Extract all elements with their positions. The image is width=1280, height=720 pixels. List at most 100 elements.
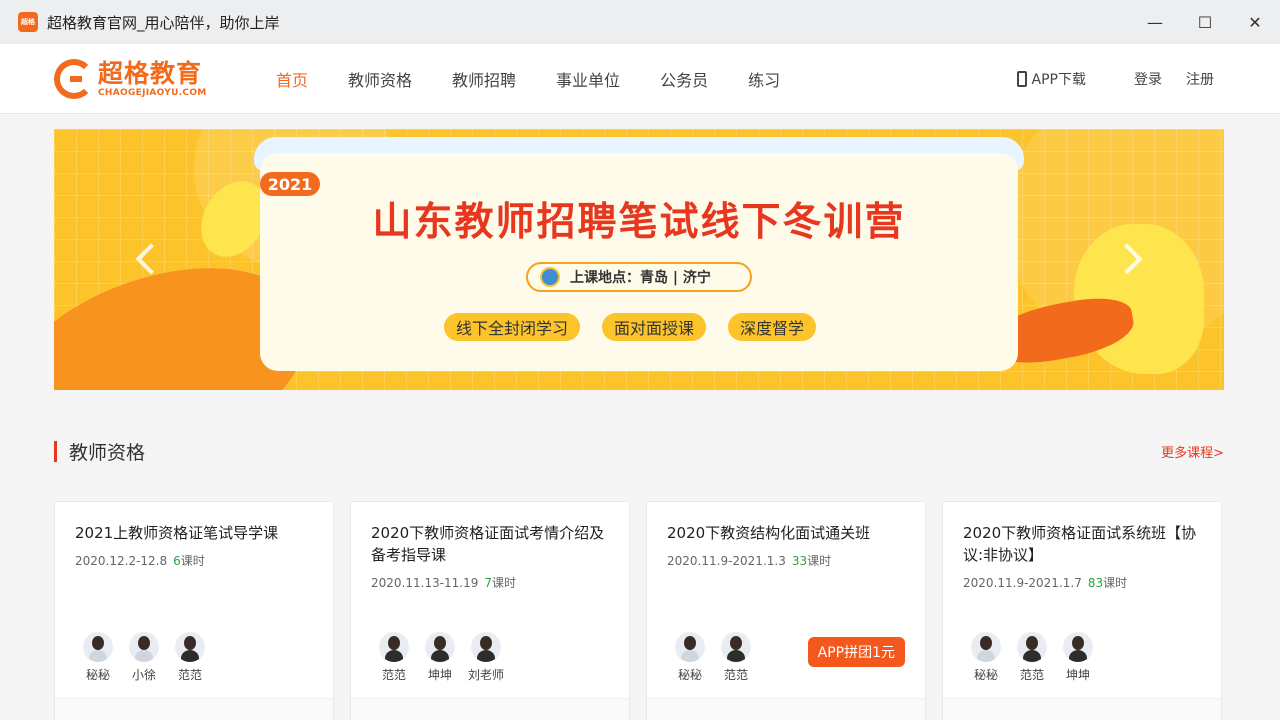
banner-tag: 深度督学 [728, 313, 817, 341]
nav-teacher-recruitment[interactable]: 教师招聘 [452, 67, 516, 91]
teacher-name: 范范 [177, 668, 202, 682]
teacher: 秘秘 [75, 632, 121, 683]
course-card[interactable]: 2020下教师资格证面试考情介绍及备考指导课 2020.11.13-11.19 7… [350, 501, 630, 720]
teacher-list: 范范 坤坤 刘老师 [371, 632, 509, 683]
avatar [971, 632, 1001, 662]
promo-banner[interactable]: 2021 山东教师招聘笔试线下冬训营 上课地点：青岛 | 济宁 线下全封闭学习 … [54, 129, 1224, 390]
main-nav: 首页 教师资格 教师招聘 事业单位 公务员 练习 [256, 44, 800, 114]
more-courses-link[interactable]: 更多课程> [1161, 442, 1224, 461]
course-date: 2020.11.13-11.19 [371, 576, 479, 590]
teacher: 秘秘 [667, 632, 713, 683]
card-footer [647, 698, 925, 720]
course-meta: 2020.11.9-2021.1.3 33课时 [667, 552, 831, 569]
teacher-name: 坤坤 [1065, 668, 1090, 682]
section-accent-bar [54, 441, 57, 462]
section-header: 教师资格 更多课程> [54, 438, 1224, 466]
register-link[interactable]: 注册 [1186, 69, 1214, 89]
logo-text: 超格教育 CHAOGEJIAOYU.COM [98, 58, 207, 99]
course-card[interactable]: 2020下教资结构化面试通关班 2020.11.9-2021.1.3 33课时 秘… [646, 501, 926, 720]
course-hours-count: 33 [791, 554, 808, 568]
teacher: 坤坤 [1055, 632, 1101, 683]
app-download-label: APP下载 [1031, 72, 1086, 88]
logo-cn: 超格教育 [98, 58, 203, 88]
avatar [425, 632, 455, 662]
banner-tag: 线下全封闭学习 [444, 313, 581, 341]
card-footer [351, 698, 629, 720]
course-hours-count: 7 [484, 576, 493, 590]
teacher: 范范 [713, 632, 759, 683]
header-actions: APP下载 登录 注册 [1016, 44, 1214, 114]
teacher: 范范 [1009, 632, 1055, 683]
course-hours-unit: 课时 [1103, 576, 1128, 590]
course-title: 2020下教师资格证面试系统班【协议:非协议】 [963, 524, 1197, 564]
course-meta: 2020.12.2-12.8 6课时 [75, 552, 205, 569]
teacher-name: 秘秘 [677, 668, 702, 682]
teacher: 秘秘 [963, 632, 1009, 683]
banner-title: 山东教师招聘笔试线下冬训营 [372, 200, 906, 245]
teacher-name: 范范 [1019, 668, 1044, 682]
teacher: 范范 [371, 632, 417, 683]
teacher: 坤坤 [417, 632, 463, 683]
teacher-list: 秘秘 范范 [667, 632, 759, 683]
page-scrollbar[interactable] [1272, 114, 1280, 720]
teacher-name: 秘秘 [973, 668, 998, 682]
nav-teacher-qualification[interactable]: 教师资格 [348, 67, 412, 91]
teacher-list: 秘秘 范范 坤坤 [963, 632, 1101, 683]
card-footer [943, 698, 1221, 720]
banner-location-pill: 上课地点：青岛 | 济宁 [526, 262, 752, 292]
course-hours-unit: 课时 [180, 554, 205, 568]
teacher-name: 范范 [723, 668, 748, 682]
minimize-button[interactable]: — [1130, 0, 1180, 44]
nav-practice[interactable]: 练习 [748, 67, 780, 91]
course-title: 2020下教师资格证面试考情介绍及备考指导课 [371, 524, 605, 564]
app-icon: 超格 [18, 12, 38, 32]
login-link[interactable]: 登录 [1134, 69, 1162, 89]
teacher-name: 秘秘 [85, 668, 110, 682]
nav-home[interactable]: 首页 [276, 67, 308, 91]
course-date: 2020.11.9-2021.1.3 [667, 554, 786, 568]
course-title: 2021上教师资格证笔试导学课 [75, 524, 279, 542]
globe-icon [540, 267, 560, 287]
site-logo[interactable]: 超格教育 CHAOGEJIAOYU.COM [54, 59, 207, 99]
window-titlebar: 超格 超格教育官网_用心陪伴，助你上岸 — ☐ ✕ [0, 0, 1280, 44]
avatar [1063, 632, 1093, 662]
course-card[interactable]: 2021上教师资格证笔试导学课 2020.12.2-12.8 6课时 秘秘 小徐 … [54, 501, 334, 720]
close-button[interactable]: ✕ [1230, 0, 1280, 44]
teacher: 刘老师 [463, 632, 509, 683]
teacher: 小徐 [121, 632, 167, 683]
nav-public-institution[interactable]: 事业单位 [556, 67, 620, 91]
avatar [1017, 632, 1047, 662]
teacher-list: 秘秘 小徐 范范 [75, 632, 213, 683]
course-date: 2020.11.9-2021.1.7 [963, 576, 1082, 590]
teacher-name: 范范 [381, 668, 406, 682]
group-buy-button[interactable]: APP拼团1元 [807, 637, 905, 667]
course-list: 2021上教师资格证笔试导学课 2020.12.2-12.8 6课时 秘秘 小徐 … [54, 501, 1224, 720]
window-title: 超格教育官网_用心陪伴，助你上岸 [47, 13, 280, 32]
course-title: 2020下教资结构化面试通关班 [667, 524, 871, 542]
course-hours-count: 6 [173, 554, 181, 568]
course-hours-unit: 课时 [807, 554, 832, 568]
site-header: 超格教育 CHAOGEJIAOYU.COM 首页 教师资格 教师招聘 事业单位 … [0, 44, 1280, 114]
phone-icon [1016, 71, 1027, 87]
teacher-name: 坤坤 [427, 668, 452, 682]
teacher-name: 刘老师 [467, 668, 504, 682]
logo-mark-icon [54, 59, 94, 99]
course-meta: 2020.11.13-11.19 7课时 [371, 574, 516, 591]
avatar [675, 632, 705, 662]
window-controls: — ☐ ✕ [1130, 0, 1280, 44]
carousel-prev-icon[interactable] [135, 243, 167, 275]
course-card[interactable]: 2020下教师资格证面试系统班【协议:非协议】 2020.11.9-2021.1… [942, 501, 1222, 720]
app-download-link[interactable]: APP下载 [1016, 69, 1086, 89]
avatar [721, 632, 751, 662]
avatar [175, 632, 205, 662]
maximize-button[interactable]: ☐ [1180, 0, 1230, 44]
teacher-name: 小徐 [131, 668, 156, 682]
nav-civil-servant[interactable]: 公务员 [660, 67, 708, 91]
course-date: 2020.12.2-12.8 [75, 554, 168, 568]
section-title: 教师资格 [69, 442, 146, 464]
logo-en: CHAOGEJIAOYU.COM [98, 87, 207, 98]
teacher: 范范 [167, 632, 213, 683]
avatar [129, 632, 159, 662]
course-hours-unit: 课时 [492, 576, 517, 590]
banner-tags: 线下全封闭学习 面对面授课 深度督学 [444, 313, 838, 341]
